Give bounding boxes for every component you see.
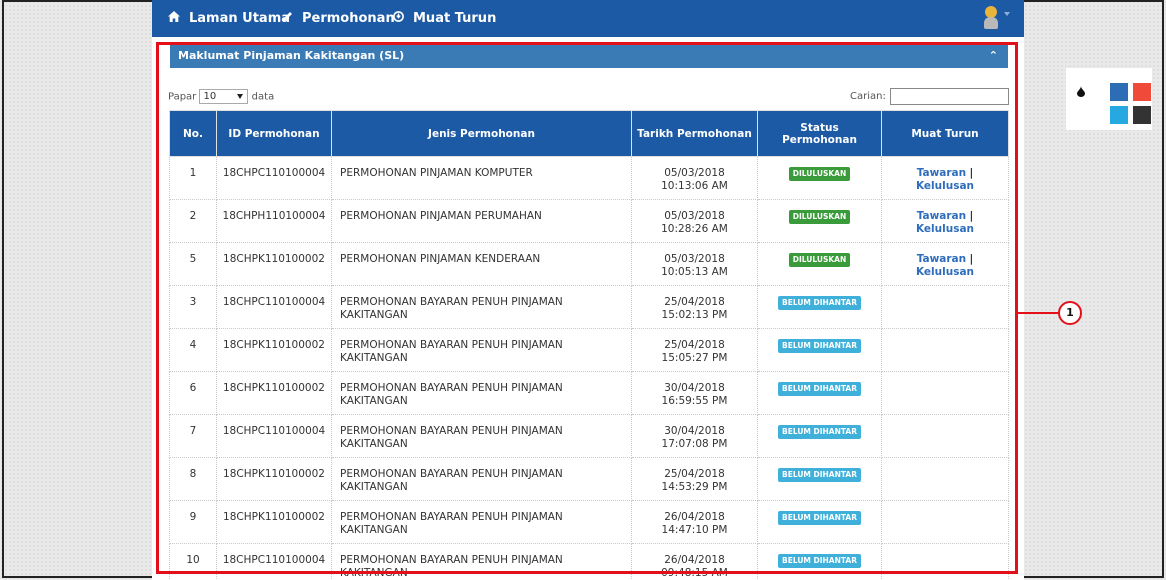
theme-swatch-red[interactable]	[1133, 83, 1151, 101]
annotation-highlight-box	[156, 42, 1018, 574]
top-navbar: Laman Utama Permohonan Muat Turun	[152, 0, 1024, 37]
nav-permohonan-label: Permohonan	[302, 11, 395, 26]
download-icon	[393, 0, 404, 37]
home-icon	[168, 0, 180, 37]
theme-swatch-dark[interactable]	[1133, 106, 1151, 124]
pencil-icon	[282, 0, 293, 37]
avatar-body	[984, 17, 998, 29]
annotation-callout-line	[1018, 312, 1058, 314]
nav-muat-turun-label: Muat Turun	[413, 11, 497, 26]
theme-swatch-cyan[interactable]	[1110, 106, 1128, 124]
nav-muat-turun[interactable]: Muat Turun	[393, 0, 496, 37]
user-menu-caret-icon[interactable]	[1004, 12, 1010, 16]
nav-home[interactable]: Laman Utama	[168, 0, 290, 37]
color-drop-icon[interactable]	[1077, 86, 1085, 100]
nav-home-label: Laman Utama	[189, 11, 291, 26]
nav-permohonan[interactable]: Permohonan	[282, 0, 395, 37]
theme-swatch-blue[interactable]	[1110, 83, 1128, 101]
annotation-callout-number: 1	[1058, 301, 1082, 325]
user-avatar-icon[interactable]	[984, 6, 998, 30]
